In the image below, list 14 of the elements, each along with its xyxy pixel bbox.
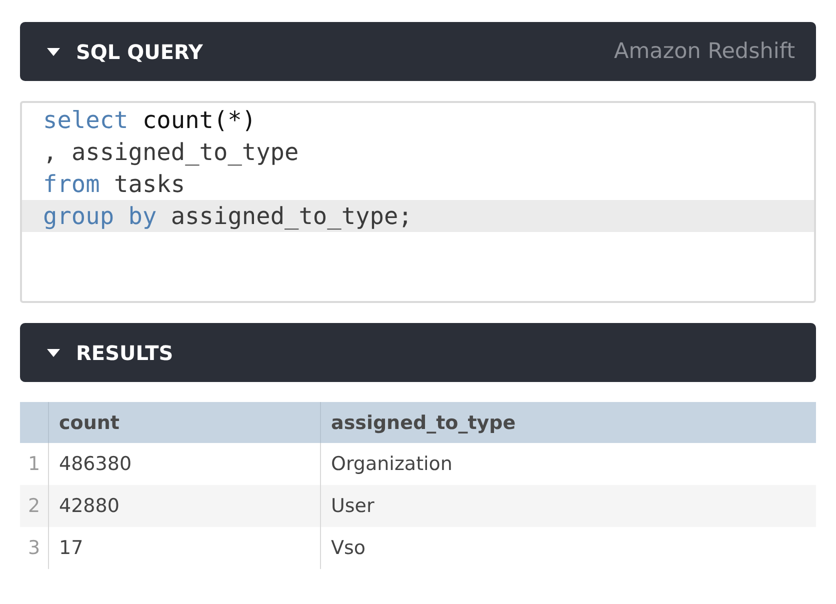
caret-down-icon[interactable] bbox=[47, 48, 60, 56]
row-number: 2 bbox=[20, 485, 48, 527]
code-line: , assigned_to_type bbox=[42, 137, 300, 168]
panel-header[interactable]: SQL QUERY Amazon Redshift bbox=[20, 22, 816, 81]
table-cell: 42880 bbox=[48, 485, 320, 527]
database-name: Amazon Redshift bbox=[614, 39, 795, 64]
panel-title: RESULTS bbox=[76, 340, 174, 364]
code-line: from tasks bbox=[42, 169, 186, 200]
code-line: select count(*) bbox=[42, 105, 258, 136]
panel-title: SQL QUERY bbox=[76, 40, 203, 64]
code-editor[interactable]: select count(*) , assigned_to_type from tasks group by assigned_to_type; bbox=[20, 101, 816, 303]
panel-header[interactable]: RESULTS bbox=[20, 323, 816, 382]
caret-down-icon[interactable] bbox=[47, 348, 60, 356]
table-cell: User bbox=[320, 485, 816, 527]
